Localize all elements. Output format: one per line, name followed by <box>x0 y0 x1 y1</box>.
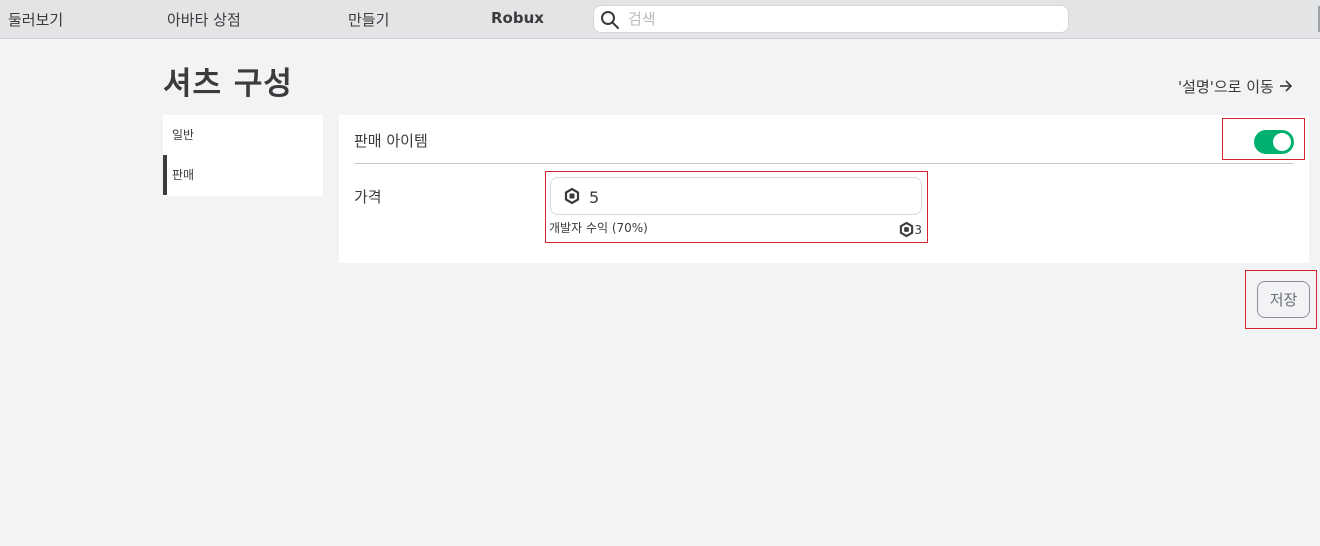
page-title: 셔츠 구성 <box>163 66 293 102</box>
developer-earnings-amount: 3 <box>899 219 922 237</box>
nav-create-link[interactable]: 만들기 <box>348 9 389 30</box>
toggle-highlight-box <box>1222 118 1305 160</box>
sidebar-item-label: 일반 <box>172 128 195 142</box>
price-input[interactable] <box>589 187 889 207</box>
goto-description-link[interactable]: '설명'으로 이동 <box>1178 76 1293 97</box>
section-divider <box>354 163 1294 164</box>
price-highlight-box: 개발자 수익 (70%) 3 <box>545 171 928 243</box>
save-highlight-box: 저장 <box>1245 270 1317 329</box>
top-navigation-bar: 둘러보기 아바타 상점 만들기 Robux <box>0 0 1320 39</box>
developer-earnings-label: 개발자 수익 (70%) <box>549 221 648 235</box>
search-input[interactable] <box>628 8 1058 30</box>
nav-avatar-shop-link[interactable]: 아바타 상점 <box>167 9 241 30</box>
developer-earnings-value: 3 <box>914 223 922 237</box>
price-field[interactable] <box>550 177 922 215</box>
toggle-knob <box>1273 133 1291 151</box>
item-for-sale-label: 판매 아이템 <box>354 132 428 150</box>
sales-settings-panel: 판매 아이템 가격 개발자 수익 (70%) 3 <box>339 115 1309 263</box>
price-label: 가격 <box>354 188 382 206</box>
search-icon <box>601 11 619 29</box>
sidebar-item-sales[interactable]: 판매 <box>163 155 323 195</box>
robux-icon <box>564 188 580 204</box>
nav-robux-link[interactable]: Robux <box>491 9 544 27</box>
sidebar-item-label: 판매 <box>172 168 195 182</box>
robux-icon <box>900 222 914 237</box>
save-button[interactable]: 저장 <box>1257 281 1310 318</box>
sidebar-menu: 일반 판매 <box>163 115 323 196</box>
arrow-right-icon <box>1279 80 1292 92</box>
nav-discover-link[interactable]: 둘러보기 <box>8 9 63 30</box>
goto-description-label: '설명'으로 이동 <box>1178 78 1274 96</box>
item-for-sale-toggle[interactable] <box>1254 130 1294 154</box>
search-bar[interactable] <box>593 5 1069 33</box>
sidebar-item-general[interactable]: 일반 <box>163 115 323 155</box>
